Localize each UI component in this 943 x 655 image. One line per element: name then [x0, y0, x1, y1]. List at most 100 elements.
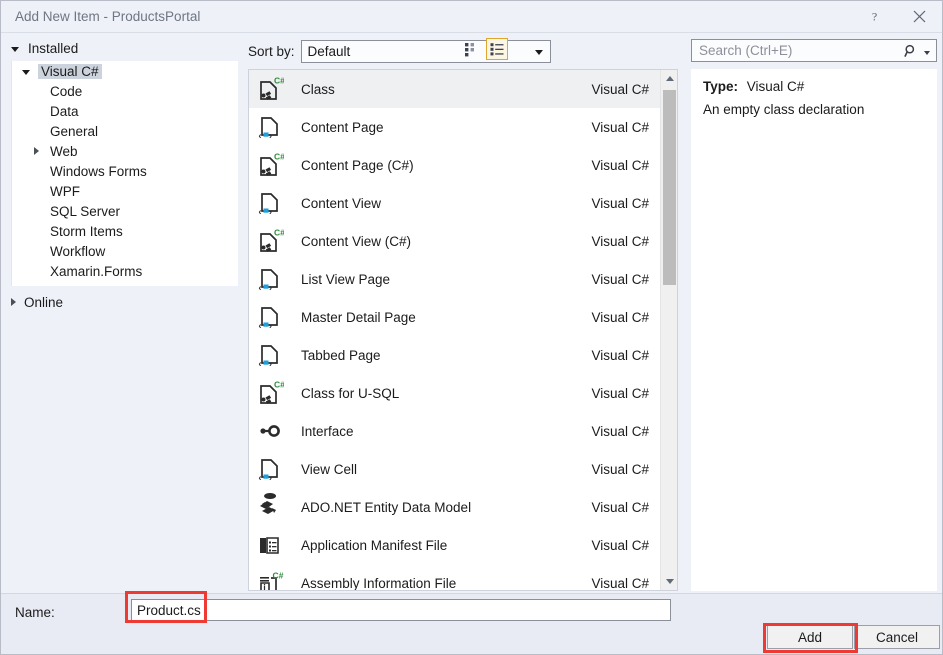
svg-text:i: i — [263, 583, 266, 592]
template-language: Visual C# — [591, 195, 649, 211]
search-icon — [898, 40, 924, 61]
search-box[interactable]: Search (Ctrl+E) — [691, 39, 937, 62]
installed-group-header[interactable]: Installed — [1, 37, 238, 59]
sort-by-dropdown[interactable]: Default — [300, 39, 551, 63]
template-list-item[interactable]: Application Manifest File Visual C# — [249, 526, 677, 564]
close-button[interactable] — [897, 1, 942, 32]
chevron-right-icon[interactable] — [34, 147, 39, 155]
tree-item-label: Code — [50, 83, 83, 99]
tree-item-xamarin-forms[interactable]: Xamarin.Forms — [12, 261, 238, 281]
name-label: Name: — [15, 605, 55, 620]
tree-item-label: General — [50, 123, 99, 139]
detail-description: An empty class declaration — [703, 102, 865, 117]
csharp-class-icon: C# — [260, 380, 284, 404]
chevron-down-icon[interactable] — [22, 69, 30, 75]
template-language: Visual C# — [591, 461, 649, 477]
scrollbar-thumb[interactable] — [663, 90, 676, 285]
sort-by-value: Default — [307, 43, 351, 59]
online-label: Online — [24, 294, 64, 310]
tree-item-sql-server[interactable]: SQL Server — [12, 201, 238, 221]
name-input[interactable]: Product.cs — [131, 599, 671, 621]
arrow-down-icon — [665, 579, 674, 584]
tree-item-label: Data — [50, 103, 79, 119]
chevron-right-icon — [11, 298, 16, 306]
tree-item-storm-items[interactable]: Storm Items — [12, 221, 238, 241]
detail-type-row: Type: Visual C# — [703, 79, 804, 94]
tiles-view-button[interactable] — [461, 38, 483, 60]
svg-text:›: › — [269, 131, 272, 141]
template-language: Visual C# — [591, 347, 649, 363]
template-name: Class — [301, 81, 335, 97]
dialog-footer: Name: Product.cs Add Cancel — [1, 593, 942, 654]
template-list-item[interactable]: ‹ › Master Detail Page Visual C# — [249, 298, 677, 336]
tree-item-label: WPF — [50, 183, 80, 199]
xaml-page-icon: ‹ › — [255, 264, 285, 294]
search-input[interactable]: Search (Ctrl+E) — [699, 43, 898, 58]
close-icon — [913, 10, 926, 23]
chevron-down-icon[interactable] — [924, 50, 930, 55]
template-list-scrollbar[interactable] — [660, 70, 677, 590]
scroll-down-button[interactable] — [661, 573, 677, 590]
template-language: Visual C# — [591, 423, 649, 439]
chevron-down-icon — [534, 49, 543, 55]
tree-item-workflow[interactable]: Workflow — [12, 241, 238, 261]
template-list-item[interactable]: ‹ › Tabbed Page Visual C# — [249, 336, 677, 374]
svg-text:›: › — [269, 473, 272, 483]
template-list-item[interactable]: C# Class Visual C# — [249, 70, 677, 108]
svg-text:C#: C# — [274, 380, 284, 390]
scroll-up-button[interactable] — [661, 70, 677, 87]
template-list-item[interactable]: C# Class for U-SQL Visual C# — [249, 374, 677, 412]
template-name: ADO.NET Entity Data Model — [301, 499, 472, 515]
xaml-page-icon: ‹ › — [259, 345, 278, 369]
template-list-item[interactable]: C# Content Page (C#) Visual C# — [249, 146, 677, 184]
detail-type-value: Visual C# — [746, 79, 805, 94]
tree-item-general[interactable]: General — [12, 121, 238, 141]
entity-data-model-icon — [260, 493, 277, 514]
svg-text:‹: ‹ — [259, 359, 262, 369]
svg-text:›: › — [269, 359, 272, 369]
template-list-item[interactable]: i C# Assembly Information File Visual C# — [249, 564, 677, 592]
svg-text:‹: ‹ — [259, 207, 262, 217]
tree-item-label: Storm Items — [50, 223, 123, 239]
svg-text:C#: C# — [274, 76, 284, 86]
template-list-item[interactable]: ‹ › Content View Visual C# — [249, 184, 677, 222]
tree-item-web[interactable]: Web — [12, 141, 238, 161]
tree-item-windows-forms[interactable]: Windows Forms — [12, 161, 238, 181]
template-name: Master Detail Page — [301, 309, 416, 325]
svg-text:›: › — [269, 283, 272, 293]
list-view-button[interactable] — [486, 38, 508, 60]
xaml-page-icon: ‹ › — [255, 188, 285, 218]
template-name: View Cell — [301, 461, 358, 477]
template-list[interactable]: C# Class Visual C# ‹ › Content Page Visual C# C… — [248, 69, 678, 591]
template-language: Visual C# — [591, 385, 649, 401]
tree-item-label: Visual C# — [38, 63, 102, 79]
tree-scroll-area: Visual C# Code Data General Web Windows Forms… — [11, 61, 238, 286]
svg-text:?: ? — [872, 10, 877, 23]
tree-item-code[interactable]: Code — [12, 81, 238, 101]
template-list-item[interactable]: ‹ › Content Page Visual C# — [249, 108, 677, 146]
xaml-page-icon: ‹ › — [259, 117, 278, 141]
svg-text:C#: C# — [274, 228, 284, 238]
template-list-item[interactable]: ADO.NET Entity Data Model Visual C# — [249, 488, 677, 526]
template-list-item[interactable]: ‹ › List View Page Visual C# — [249, 260, 677, 298]
assembly-info-icon: i C# — [260, 571, 284, 592]
help-button[interactable]: ? — [852, 1, 897, 32]
xaml-page-icon: ‹ › — [255, 302, 285, 332]
manifest-file-icon — [255, 530, 285, 560]
cancel-button[interactable]: Cancel — [854, 625, 940, 649]
online-group-header[interactable]: Online — [1, 291, 238, 313]
tree-item-visual-c-[interactable]: Visual C# — [12, 61, 238, 81]
template-language: Visual C# — [591, 271, 649, 287]
tree-item-data[interactable]: Data — [12, 101, 238, 121]
add-button[interactable]: Add — [767, 625, 853, 649]
tree-item-label: Web — [50, 143, 78, 159]
template-language: Visual C# — [591, 157, 649, 173]
svg-text:‹: ‹ — [259, 473, 262, 483]
tree-item-wpf[interactable]: WPF — [12, 181, 238, 201]
template-list-item[interactable]: C# Content View (C#) Visual C# — [249, 222, 677, 260]
question-mark-icon: ? — [872, 10, 877, 23]
xaml-page-icon: ‹ › — [259, 307, 278, 331]
template-name: Content View — [301, 195, 382, 211]
template-list-item[interactable]: Interface Visual C# — [249, 412, 677, 450]
template-list-item[interactable]: ‹ › View Cell Visual C# — [249, 450, 677, 488]
